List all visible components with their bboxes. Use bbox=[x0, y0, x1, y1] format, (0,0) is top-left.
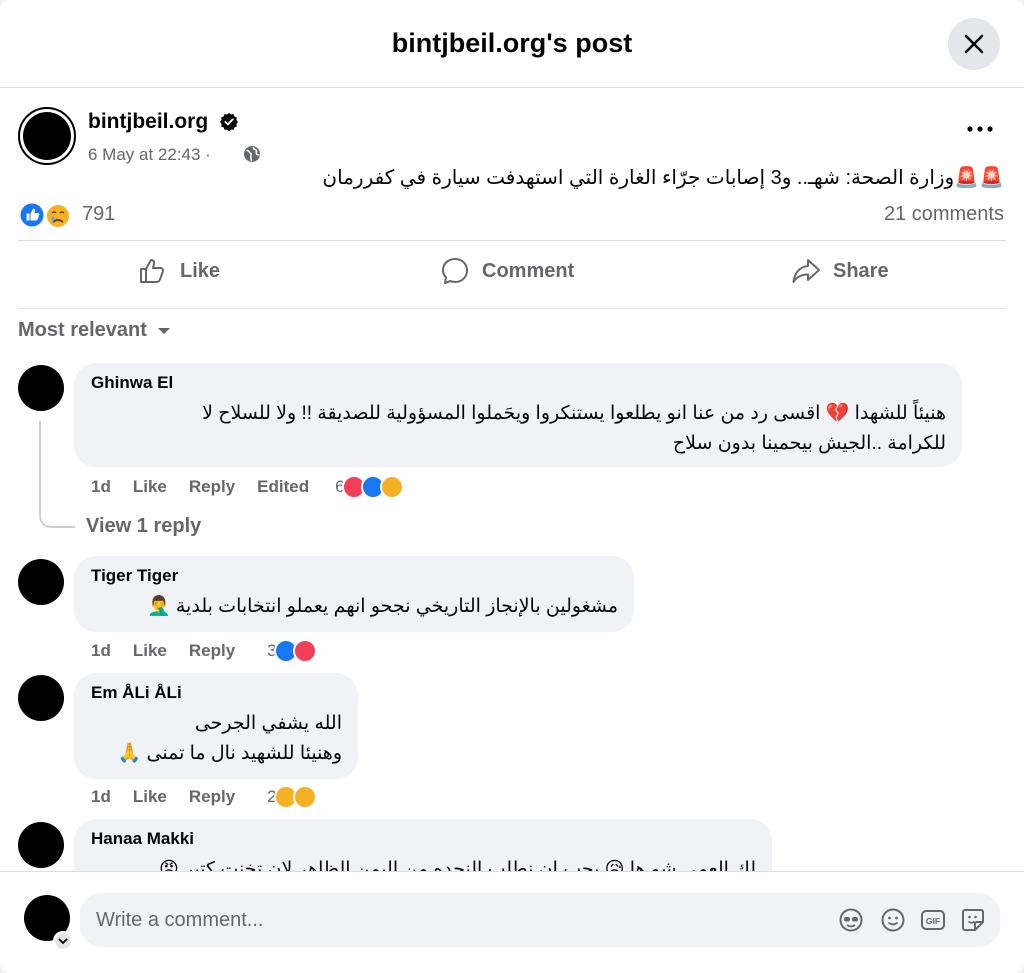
comment-meta: 1d Like Reply 3 bbox=[91, 639, 317, 663]
like-button[interactable]: Like bbox=[138, 255, 220, 287]
post-author[interactable]: bintjbeil.org bbox=[88, 110, 208, 134]
comment-composer[interactable]: GIF bbox=[80, 893, 1000, 947]
post-timestamp[interactable]: 6 May at 22:43 · bbox=[88, 145, 211, 165]
comment-text-line: للكرامة ..الجيش بيحمينا بدون سلاح bbox=[672, 433, 946, 454]
like-label: Like bbox=[180, 259, 221, 282]
commenter-name[interactable]: Hanaa Makki bbox=[91, 829, 756, 849]
share-label: Share bbox=[833, 259, 889, 282]
commenter-name[interactable]: Tiger Tiger bbox=[91, 566, 618, 586]
verified-icon bbox=[220, 113, 238, 131]
comment-edited-label[interactable]: Edited bbox=[257, 477, 309, 497]
comment-text-line: مشغولين بالإنجاز التاريخي نجحو انهم يعمل… bbox=[146, 596, 618, 617]
gif-icon[interactable]: GIF bbox=[920, 907, 946, 933]
comment-bubble: Ghinwa El هنيئاً للشهدا 💔 اقسى رد من عنا… bbox=[74, 363, 962, 467]
commenter-avatar[interactable] bbox=[18, 365, 64, 411]
thread-line bbox=[39, 421, 75, 528]
commenter-avatar[interactable] bbox=[18, 822, 64, 868]
close-icon bbox=[964, 34, 984, 54]
share-icon bbox=[792, 259, 820, 283]
commenter-avatar[interactable] bbox=[18, 559, 64, 605]
comments-count[interactable]: 21 comments bbox=[884, 203, 1004, 226]
comment-like-button[interactable]: Like bbox=[133, 477, 167, 497]
sticker-icon[interactable] bbox=[838, 907, 864, 933]
svg-text:GIF: GIF bbox=[926, 916, 940, 926]
comment-like-button[interactable]: Like bbox=[133, 641, 167, 661]
like-icon bbox=[140, 259, 165, 283]
chevron-down-icon[interactable] bbox=[53, 931, 73, 951]
share-button[interactable]: Share bbox=[791, 255, 889, 287]
comment-text-line: هنيئاً للشهدا 💔 اقسى رد من عنا انو يطلعو… bbox=[202, 403, 946, 424]
comment-time[interactable]: 1d bbox=[91, 787, 111, 807]
emoji-icon[interactable] bbox=[880, 907, 906, 933]
reaction-count[interactable]: 791 bbox=[82, 203, 115, 226]
comment-text-line: الله يشفي الجرحى bbox=[194, 713, 342, 734]
dialog-title: bintjbeil.org's post bbox=[391, 28, 633, 58]
comment-text-line: وهنيئا للشهيد نال ما تمنى 🙏 bbox=[117, 743, 342, 764]
comment-bubble: Tiger Tiger مشغولين بالإنجاز التاريخي نج… bbox=[74, 556, 634, 632]
comment-icon bbox=[442, 258, 468, 284]
comment-bubble: Hanaa Makki لك العمى شو ها 😥 بحب ان نطلب… bbox=[74, 819, 772, 871]
comment-reply-button[interactable]: Reply bbox=[189, 477, 235, 497]
comment-bubble: Em ÅLi ÅLi الله يشفي الجرحى وهنيئا للشهي… bbox=[74, 673, 358, 779]
care-reaction-icon bbox=[379, 475, 404, 499]
comment-meta: 1d Like Reply Edited 6 bbox=[91, 475, 404, 499]
view-replies-button[interactable]: View 1 reply bbox=[86, 515, 201, 538]
comment-input[interactable] bbox=[96, 905, 796, 935]
chevron-down-icon bbox=[157, 327, 170, 334]
post-scroll-area[interactable]: bintjbeil.org 6 May at 22:43 · 🚨🚨وزارة ا… bbox=[0, 89, 1024, 871]
sort-label: Most relevant bbox=[18, 319, 147, 341]
comment-reply-button[interactable]: Reply bbox=[189, 641, 235, 661]
commenter-avatar[interactable] bbox=[18, 675, 64, 721]
commenter-name[interactable]: Em ÅLi ÅLi bbox=[91, 683, 342, 703]
post-dialog: bintjbeil.org's post bintjbeil.org 6 May… bbox=[0, 0, 1024, 973]
sticker-smile-icon[interactable] bbox=[960, 907, 986, 933]
sort-dropdown[interactable]: Most relevant bbox=[18, 319, 171, 342]
close-button[interactable] bbox=[948, 18, 1000, 70]
comment-text-line: لك العمى شو ها 😥 بحب ان نطلب النجده من ا… bbox=[158, 859, 756, 871]
sad-reaction-icon bbox=[292, 785, 317, 809]
comment-time[interactable]: 1d bbox=[91, 477, 111, 497]
comment-meta: 1d Like Reply 2 bbox=[91, 785, 317, 809]
comment-composer-bar: GIF bbox=[0, 871, 1024, 973]
comment-reply-button[interactable]: Reply bbox=[189, 787, 235, 807]
dialog-header: bintjbeil.org's post bbox=[0, 0, 1024, 88]
commenter-name[interactable]: Ghinwa El bbox=[91, 373, 946, 393]
comment-time[interactable]: 1d bbox=[91, 641, 111, 661]
comment-button[interactable]: Comment bbox=[440, 255, 574, 287]
post-text: 🚨🚨وزارة الصحة: شهـ.. و3 إصابات جرّاء الغ… bbox=[322, 167, 1004, 189]
comment-like-button[interactable]: Like bbox=[133, 787, 167, 807]
divider bbox=[18, 240, 1006, 241]
page-avatar-image bbox=[23, 112, 71, 160]
like-reaction-icon bbox=[18, 201, 71, 229]
love-reaction-icon bbox=[292, 639, 317, 663]
more-icon[interactable] bbox=[962, 119, 998, 139]
globe-icon bbox=[244, 146, 260, 162]
comment-label: Comment bbox=[482, 259, 575, 282]
divider bbox=[18, 308, 1006, 309]
